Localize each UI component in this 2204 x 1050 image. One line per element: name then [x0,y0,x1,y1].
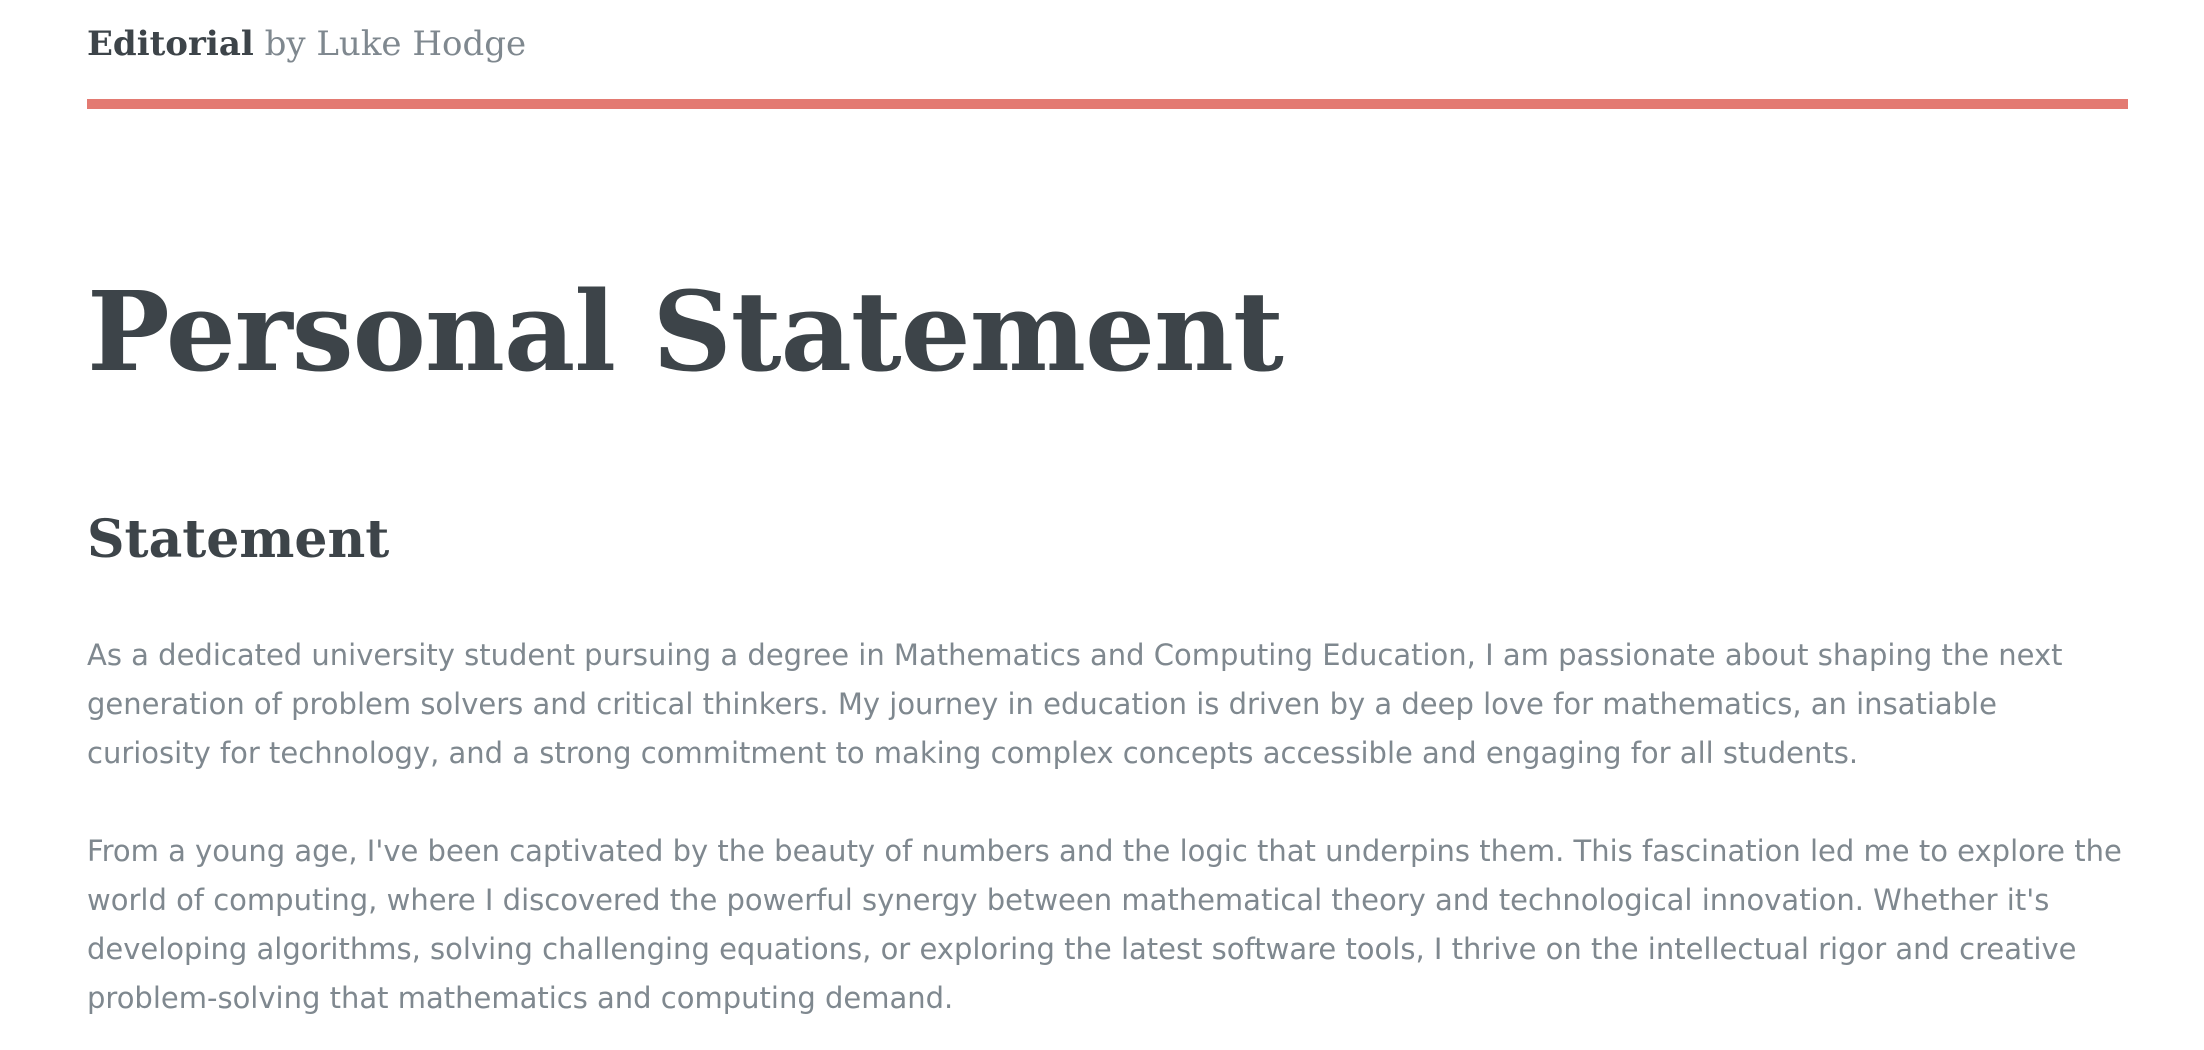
page: Editorial by Luke Hodge Personal Stateme… [0,0,2204,1050]
brand-name: Editorial [87,24,254,64]
section-heading-statement: Statement [87,509,390,570]
statement-paragraph-1: As a dedicated university student pursui… [87,638,2063,770]
brand-logo-link[interactable]: Editorial by Luke Hodge [87,20,2128,68]
statement-paragraph-2: From a young age, I've been captivated b… [87,834,2122,1015]
site-header: Editorial by Luke Hodge [87,20,2128,110]
header-divider [87,99,2128,109]
brand-byline: by Luke Hodge [253,24,527,64]
page-title: Personal Statement [87,267,1284,396]
